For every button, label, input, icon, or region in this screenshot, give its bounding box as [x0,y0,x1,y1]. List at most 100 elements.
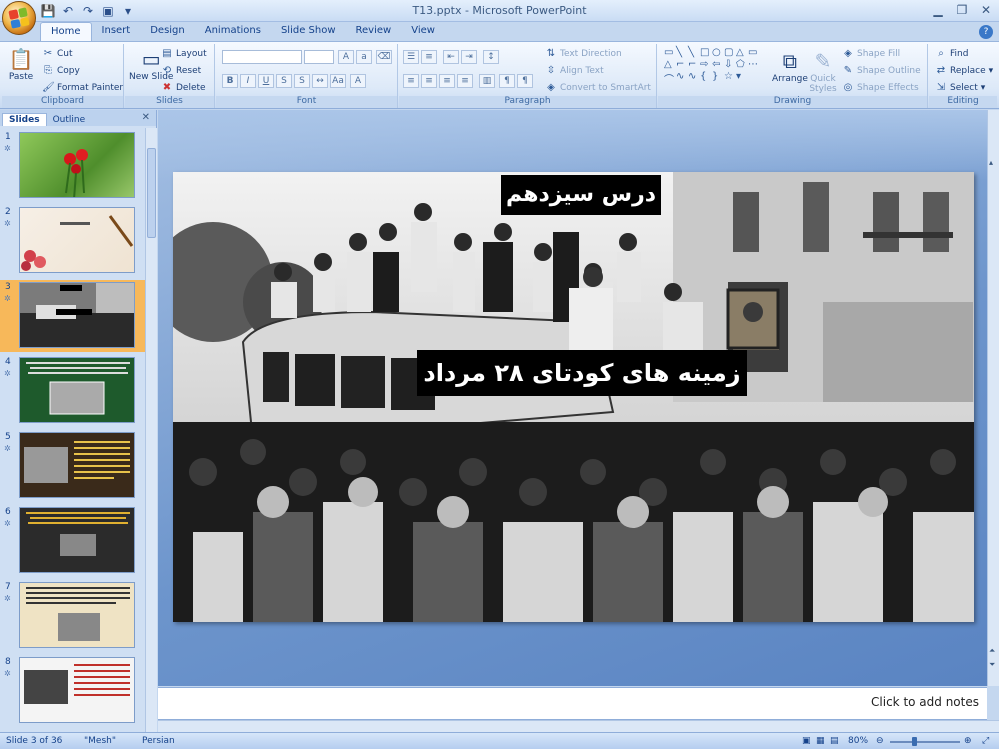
horizontal-scrollbar[interactable] [158,720,999,732]
slide-thumbnail-7[interactable]: 7 ✲ [0,580,145,652]
align-center-icon[interactable]: ≡ [421,74,437,88]
shape-outline-button[interactable]: ✎ Shape Outline [842,65,921,77]
notes-placeholder[interactable]: Click to add notes [871,695,979,709]
shape-triangle-icon[interactable]: △ [736,47,747,58]
change-case-icon[interactable]: Aa [330,74,346,88]
prev-slide-icon[interactable]: ⏶ [989,646,995,656]
convert-smartart-button[interactable]: ◈ Convert to SmartArt [545,82,651,94]
zoom-slider-handle[interactable] [912,737,917,746]
grow-font-icon[interactable]: A [338,50,354,64]
shape-blank-icon[interactable] [748,71,759,86]
shape-more-icon[interactable]: ⋯ [748,59,759,70]
shape-arrow-left-icon[interactable]: ⇦ [712,59,723,70]
align-text-button[interactable]: ⇳ Align Text [545,65,604,77]
align-left-icon[interactable]: ≡ [403,74,419,88]
shape-effects-button[interactable]: ◎ Shape Effects [842,82,919,94]
next-slide-icon[interactable]: ⏷ [989,660,995,670]
format-painter-button[interactable]: 🖌 Format Painter [42,82,123,94]
zoom-level[interactable]: 80% [848,736,868,746]
tab-review[interactable]: Review [346,22,402,42]
shape-connector-icon[interactable]: ⌐ [676,59,687,70]
select-button[interactable]: ⇲ Select ▾ [935,82,986,94]
office-button[interactable] [2,1,36,35]
tab-view[interactable]: View [401,22,445,42]
tab-outline[interactable]: Outline [47,114,92,126]
shape-brace-left-icon[interactable]: { [700,71,711,86]
tab-slide-show[interactable]: Slide Show [271,22,346,42]
shape-pentagon-icon[interactable]: ⬠ [736,59,747,70]
shapes-gallery[interactable]: ▭ ╲ ╲ □ ○ ▢ △ ▭ △ ⌐ ⌐ ⇨ ⇦ ⇩ ⬠ ⋯ ⌒ ∿ ∿{} ☆ ▾ [664,47,758,86]
shape-triangle2-icon[interactable]: △ [664,59,675,70]
shape-textbox-icon[interactable]: ▭ [664,47,675,58]
restore-icon[interactable]: ❐ [953,2,971,18]
line-spacing-icon[interactable]: ↕ [483,50,499,64]
shadow-icon[interactable]: S [294,74,310,88]
close-icon[interactable]: ✕ [977,2,995,18]
shape-oval-icon[interactable]: ○ [712,47,723,58]
zoom-in-icon[interactable]: ⊕ [964,736,972,746]
slide-thumbnail-2[interactable]: 2 ✲ [0,205,145,277]
tab-slides[interactable]: Slides [2,113,47,126]
slide-thumbnail-6[interactable]: 6 ✲ [0,505,145,577]
shape-curve-icon[interactable]: ∿ [676,71,687,86]
rtl-icon[interactable]: ¶ [517,74,533,88]
clear-format-icon[interactable]: ⌫ [376,50,392,64]
columns-icon[interactable]: ▥ [479,74,495,88]
slide-sorter-icon[interactable]: ▦ [816,736,825,746]
justify-icon[interactable]: ≡ [457,74,473,88]
shape-arc-icon[interactable]: ⌒ [664,71,675,86]
font-color-icon[interactable]: A [350,74,366,88]
align-right-icon[interactable]: ≡ [439,74,455,88]
cut-button[interactable]: ✂ Cut [42,48,73,60]
increase-indent-icon[interactable]: ⇥ [461,50,477,64]
italic-icon[interactable]: I [240,74,256,88]
shrink-font-icon[interactable]: a [356,50,372,64]
strikethrough-icon[interactable]: S [276,74,292,88]
slide-thumbnail-3[interactable]: 3 ✲ [0,280,145,352]
shape-arrow-down-icon[interactable]: ⇩ [724,59,735,70]
font-name-input[interactable] [222,50,302,64]
shape-arrow-right-icon[interactable]: ⇨ [700,59,711,70]
scroll-up-icon[interactable]: ▴ [989,158,993,167]
slide-thumbnail-8[interactable]: 8 ✲ [0,655,145,727]
zoom-out-icon[interactable]: ⊖ [876,736,884,746]
normal-view-icon[interactable]: ▣ [802,736,811,746]
scroll-thumb[interactable] [147,148,156,238]
shape-scroll-icon[interactable]: ▾ [736,71,747,86]
editor-scrollbar[interactable]: ▴ ⏶ ⏷ [987,110,999,686]
minimize-icon[interactable]: ▁ [929,2,947,18]
tab-insert[interactable]: Insert [92,22,141,42]
shape-star-icon[interactable]: ☆ [724,71,735,86]
paste-button[interactable]: 📋 Paste [8,46,34,82]
layout-button[interactable]: ▤ Layout [161,48,206,60]
arrange-button[interactable]: ⧉ Arrange [772,48,808,84]
slide-thumbnail-5[interactable]: 5 ✲ [0,430,145,502]
close-panel-icon[interactable]: ✕ [142,112,150,123]
slide-show-icon[interactable]: ▤ [830,736,839,746]
slide-thumbnail-4[interactable]: 4 ✲ [0,355,145,427]
replace-button[interactable]: ⇄ Replace ▾ [935,65,993,77]
shape-callout-icon[interactable]: ▭ [748,47,759,58]
thumbnails-scrollbar[interactable] [145,128,157,733]
decrease-indent-icon[interactable]: ⇤ [443,50,459,64]
ltr-icon[interactable]: ¶ [499,74,515,88]
font-size-input[interactable] [304,50,334,64]
shape-fill-button[interactable]: ◈ Shape Fill [842,48,900,60]
zoom-slider[interactable] [890,741,960,743]
delete-slide-button[interactable]: ✖ Delete [161,82,206,94]
tab-design[interactable]: Design [140,22,195,42]
tab-animations[interactable]: Animations [195,22,271,42]
text-direction-button[interactable]: ⇅ Text Direction [545,48,622,60]
numbering-icon[interactable]: ≡ [421,50,437,64]
quick-styles-button[interactable]: ✎ Quick Styles [808,48,838,94]
slide-title-textbox[interactable]: درس سیزدهم [501,175,661,215]
shape-curve2-icon[interactable]: ∿ [688,71,699,86]
shape-line-icon[interactable]: ╲ [676,47,687,58]
slide-subtitle-textbox[interactable]: زمینه های کودتای ۲۸ مرداد [417,350,747,396]
underline-icon[interactable]: U [258,74,274,88]
shape-rect-icon[interactable]: □ [700,47,711,58]
help-icon[interactable]: ? [979,25,993,39]
bullets-icon[interactable]: ☰ [403,50,419,64]
reset-button[interactable]: ⟲ Reset [161,65,201,77]
fit-to-window-icon[interactable]: ⤢ [982,736,989,746]
